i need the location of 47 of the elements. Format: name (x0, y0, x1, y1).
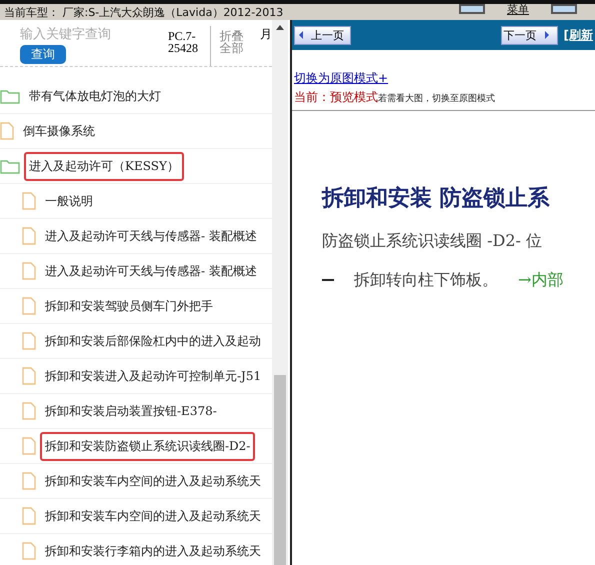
tree-item[interactable]: 拆卸和安装行李箱内的进入及起动系统天 (40, 536, 266, 565)
document-heading: 拆卸和安装 防盗锁止系 (322, 184, 551, 213)
document-icon (22, 507, 36, 525)
document-icon (22, 192, 36, 210)
tree-item[interactable]: 拆卸和安装防盗锁止系统识读线圈-D2- (40, 432, 256, 460)
switch-mode-link[interactable]: 切换为原图模式+ (294, 70, 595, 87)
tree-item[interactable]: 带有气体放电灯泡的大灯 (24, 82, 166, 110)
tree-item[interactable]: 拆卸和安装车内空间的进入及起动系统天 (40, 502, 266, 530)
document-icon (22, 472, 36, 490)
tree-item[interactable]: 拆卸和安装后部保险杠内中的进入及起动 (40, 326, 266, 356)
document-icon (22, 402, 36, 420)
search-button[interactable]: 查询 (20, 45, 66, 64)
document-icon (22, 227, 36, 245)
left-arrow-icon (297, 29, 305, 41)
tree-item[interactable]: 一般说明 (40, 186, 98, 216)
menu-link[interactable]: 菜单 (507, 2, 529, 17)
refresh-link[interactable]: [刷新 (564, 26, 593, 44)
document-icon (22, 262, 36, 280)
tree-item[interactable]: 拆卸和安装驾驶员侧车门外把手 (40, 292, 218, 320)
vehicle-model-text: 当前车型： 厂家:S-上汽大众朗逸（Lavida）2012-2013 (4, 6, 284, 20)
document-icon (22, 297, 36, 315)
step-link[interactable]: →内部 (518, 270, 564, 291)
tree-item[interactable]: 进入及起动许可天线与传感器- 装配概述 (40, 222, 262, 250)
collapse-all-link[interactable]: 折叠全部 (219, 26, 252, 54)
document-text: 防盗锁止系统识读线圈 -D2- 位 (322, 231, 543, 252)
toolbar-icon[interactable] (459, 4, 485, 14)
step-text: 拆卸转向柱下饰板。 (354, 270, 498, 291)
tree-item[interactable]: 进入及起动许可天线与传感器- 装配概述 (40, 256, 262, 286)
document-icon (22, 542, 36, 560)
document-icon (22, 367, 36, 385)
header-text: 月 (260, 26, 272, 43)
tree-item[interactable]: 拆卸和安装车内空间的进入及起动系统天 (40, 466, 266, 496)
right-arrow-icon (542, 29, 551, 41)
mode-hint: 若需看大图，切换至原图模式 (378, 92, 495, 105)
tree-item[interactable]: 拆卸和安装进入及起动许可控制单元-J51 (40, 362, 266, 390)
tree-item[interactable]: 倒车摄像系统 (18, 116, 100, 146)
part-code: PC.7-25428 (168, 26, 212, 66)
previous-page-button[interactable]: 上一页 (294, 26, 351, 44)
document-icon (22, 332, 36, 350)
tree-item[interactable]: 进入及起动许可（KESSY） (24, 152, 184, 180)
tree-item[interactable]: 拆卸和安装启动装置按钮-E378- (40, 396, 222, 426)
scrollbar-thumb[interactable] (274, 375, 286, 565)
current-mode-label: 当前：预览模式 (294, 89, 378, 106)
toolbar-icon[interactable] (551, 4, 577, 14)
document-icon (22, 437, 36, 455)
scrollbar[interactable] (272, 20, 288, 565)
next-page-button[interactable]: 下一页 (500, 26, 558, 44)
